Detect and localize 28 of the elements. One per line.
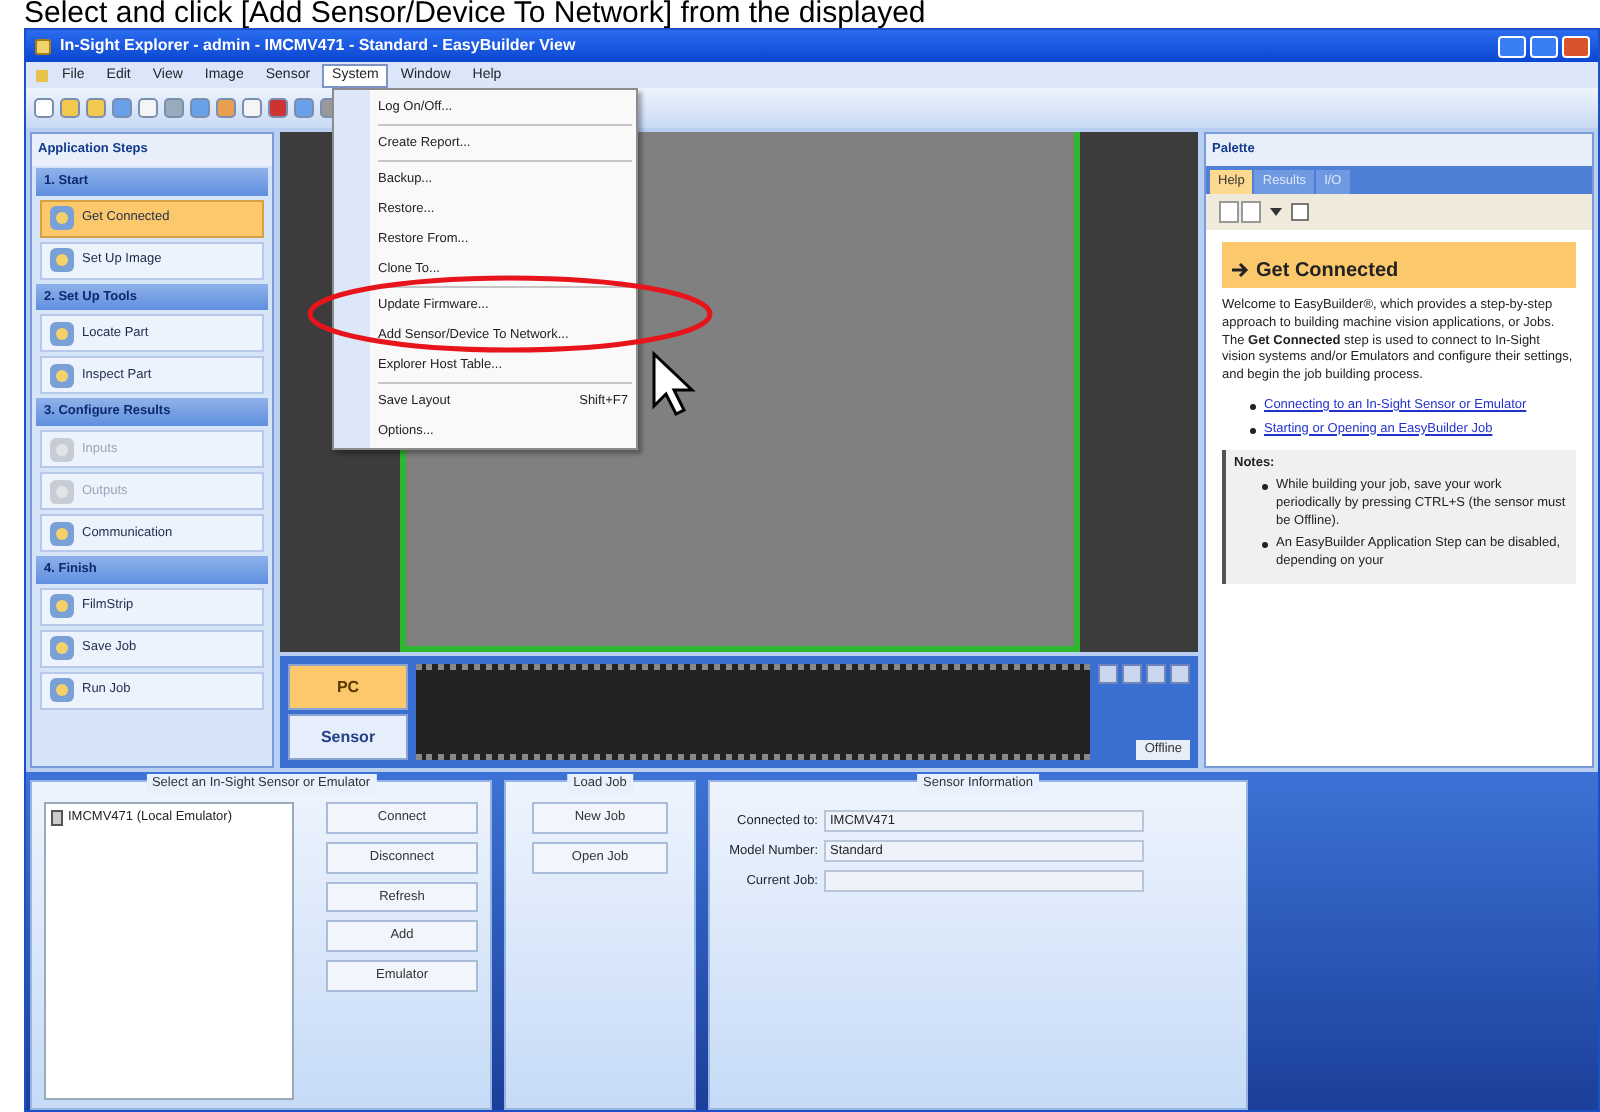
help-heading: Get Connected [1222,241,1576,288]
step-icon [48,361,76,390]
bullet-icon [1262,484,1268,491]
bullet-icon [1250,403,1256,410]
window-title: In-Sight Explorer - admin - IMCMV471 - Standard - EasyBuilder View [60,34,576,58]
maximize-button[interactable] [1530,35,1558,57]
cursor-icon [650,350,702,418]
step-icon [48,592,76,621]
sensor-icon [50,809,64,826]
minimize-button[interactable] [1498,35,1526,57]
step-icon [48,477,76,505]
dropdown-icon[interactable] [1270,205,1282,217]
step-icon [48,435,76,463]
step-icon [48,634,76,663]
document-icon [34,67,50,83]
app-icon [34,37,52,55]
step-icon [48,246,76,274]
step-icon [48,676,76,705]
arrow-icon [1230,262,1250,279]
instruction-caption: Select and click [Add Sensor/Device To Network] from the displayed [22,0,928,28]
close-button[interactable] [1562,35,1590,57]
step-icon [48,204,76,232]
step-icon [48,319,76,348]
source-button[interactable]: Sensor [288,714,408,760]
step-icon [48,519,76,547]
bullet-icon [1250,427,1256,434]
bullet-icon [1262,542,1268,549]
source-button[interactable]: PC [288,664,408,710]
